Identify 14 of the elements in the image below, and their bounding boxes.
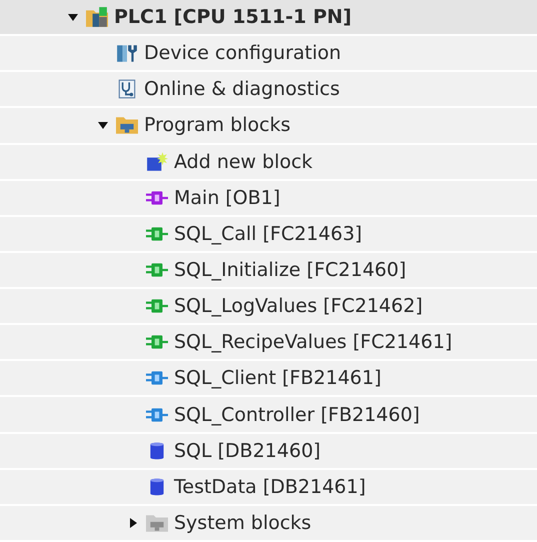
new-block-icon [146,152,168,172]
expand-toggle-icon[interactable] [128,518,138,528]
tree-item-label[interactable]: Main [OB1] [174,186,280,209]
plc-icon [86,7,108,28]
folder-icon [116,115,138,136]
diagnostics-icon [116,79,138,100]
expand-toggle-icon[interactable] [98,120,108,130]
folder-icon [146,512,168,533]
tree-item-label[interactable]: Program blocks [144,114,291,136]
tree-item-label[interactable]: Add new block [174,150,313,173]
expand-toggle-icon[interactable] [68,12,78,22]
tree-item-label[interactable]: SQL [DB21460] [174,440,321,462]
device-wrench-icon [116,43,138,64]
tree-item-label[interactable]: System blocks [174,512,312,534]
